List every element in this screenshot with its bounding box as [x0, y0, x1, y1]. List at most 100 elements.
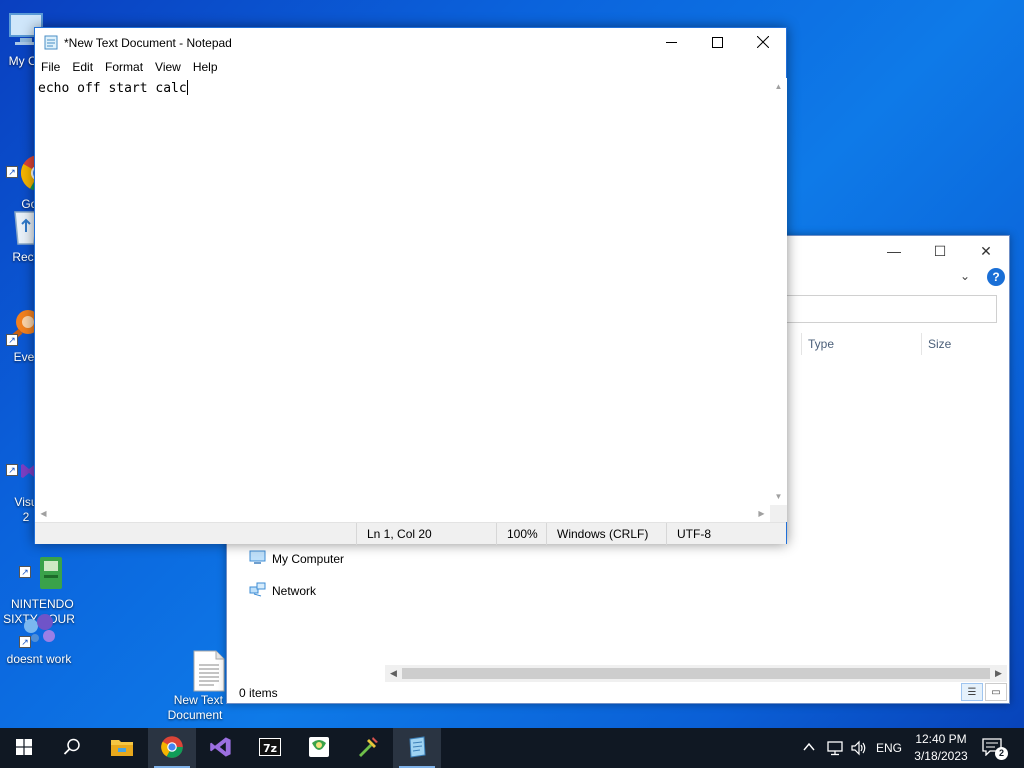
explorer-status-item-count: 0 items	[239, 686, 278, 700]
details-view-icon: ☰	[967, 686, 977, 698]
menu-edit[interactable]: Edit	[66, 58, 99, 78]
notepad-horizontal-scrollbar[interactable]: ◀ ▶	[35, 505, 770, 522]
taskbar-search-button[interactable]	[48, 728, 96, 768]
controller-app-icon: ↗	[19, 608, 59, 648]
speaker-icon	[850, 740, 868, 759]
maximize-icon	[711, 35, 723, 51]
chevron-up-icon	[802, 742, 816, 757]
expand-ribbon-button[interactable]: ⌄	[957, 268, 973, 284]
chevron-right-icon: ▶	[758, 509, 765, 518]
window-title: *New Text Document - Notepad	[64, 36, 232, 50]
close-icon: ✕	[980, 242, 992, 259]
chevron-right-icon: ▶	[995, 668, 1002, 678]
shortcut-arrow-icon: ↗	[6, 334, 18, 346]
scroll-right-button[interactable]: ▶	[990, 665, 1007, 682]
column-header-size[interactable]: Size	[921, 333, 1001, 355]
minimize-icon: —	[887, 243, 901, 259]
large-icons-view-button[interactable]: ▭	[985, 683, 1007, 701]
nav-item-label: Network	[272, 584, 317, 598]
notepad-titlebar[interactable]: *New Text Document - Notepad	[35, 28, 786, 58]
notepad-app-icon[interactable]	[43, 34, 59, 50]
nav-item-my-computer[interactable]: My Computer	[249, 549, 344, 569]
minimize-icon	[665, 35, 677, 51]
computer-icon	[249, 550, 266, 568]
green-app-icon	[307, 735, 331, 762]
status-cursor-position: Ln 1, Col 20	[356, 523, 496, 545]
tray-time[interactable]: 12:40 PM	[913, 732, 969, 746]
menu-file[interactable]: File	[35, 58, 66, 78]
search-icon	[63, 738, 81, 759]
taskbar-app-tools[interactable]	[344, 728, 392, 768]
chevron-down-icon: ⌄	[959, 269, 971, 283]
desktop-icon-label: doesnt work	[6, 652, 72, 666]
notepad-maximize-button[interactable]	[694, 28, 740, 58]
column-header-label: Size	[928, 337, 952, 351]
help-icon: ?	[992, 270, 1000, 284]
explorer-close-button[interactable]: ✕	[963, 236, 1009, 266]
taskbar-7zip[interactable]: 7z	[246, 728, 294, 768]
tray-show-hidden-icons[interactable]	[802, 740, 818, 756]
network-icon	[249, 582, 266, 600]
notepad-window[interactable]: *New Text Document - Notepad File Edit F…	[34, 27, 787, 545]
tray-date[interactable]: 3/18/2023	[911, 749, 971, 763]
scroll-up-button[interactable]: ▲	[770, 78, 787, 95]
taskbar-app-green[interactable]	[295, 728, 343, 768]
notepad-close-button[interactable]	[740, 28, 786, 58]
tray-volume[interactable]	[850, 740, 868, 756]
action-center-button[interactable]: 2	[982, 738, 1008, 760]
nav-item-network[interactable]: Network	[249, 581, 316, 601]
explorer-horizontal-scrollbar[interactable]: ◀ ▶	[385, 665, 1007, 682]
desktop-icon-doesnt-work[interactable]: ↗ doesnt work	[0, 608, 79, 667]
svg-text:7z: 7z	[263, 742, 277, 755]
close-icon	[756, 35, 770, 51]
scroll-thumb[interactable]	[402, 668, 990, 679]
taskbar-file-explorer[interactable]	[98, 728, 146, 768]
explorer-minimize-button[interactable]: —	[871, 236, 917, 266]
editor-text: echo off start calc	[38, 81, 187, 96]
taskbar-notepad[interactable]	[393, 728, 441, 768]
help-button[interactable]: ?	[987, 268, 1005, 286]
notepad-icon	[406, 735, 428, 761]
chevron-down-icon: ▼	[774, 492, 783, 501]
tray-network[interactable]	[826, 740, 844, 756]
desktop-icon-new-text-document[interactable]: New Text Document	[155, 604, 235, 723]
explorer-maximize-button[interactable]: ☐	[917, 236, 963, 266]
folder-icon	[110, 737, 134, 760]
windows-logo-icon	[16, 738, 32, 758]
column-header-type[interactable]: Type	[801, 333, 921, 355]
scrollbar-corner	[770, 505, 787, 522]
scroll-down-button[interactable]: ▼	[770, 488, 787, 505]
scroll-left-button[interactable]: ◀	[385, 665, 402, 682]
explorer-search-input[interactable]: nu	[757, 295, 997, 323]
chevron-left-icon: ◀	[40, 509, 47, 518]
taskbar-chrome[interactable]	[148, 728, 196, 768]
notepad-minimize-button[interactable]	[648, 28, 694, 58]
start-button[interactable]	[0, 728, 48, 768]
chrome-icon	[160, 735, 184, 762]
scroll-left-button[interactable]: ◀	[35, 505, 52, 522]
status-encoding: UTF-8	[666, 523, 786, 545]
taskbar-visual-studio[interactable]	[197, 728, 245, 768]
column-header-label: Type	[808, 337, 835, 351]
status-zoom-level: 100%	[496, 523, 546, 545]
scroll-right-button[interactable]: ▶	[753, 505, 770, 522]
shortcut-arrow-icon: ↗	[19, 636, 31, 648]
nav-item-label: My Computer	[272, 552, 345, 566]
text-document-icon	[175, 634, 225, 692]
notepad-menubar: File Edit Format View Help	[35, 58, 786, 78]
notepad-vertical-scrollbar[interactable]: ▲ ▼	[770, 78, 787, 505]
details-view-button[interactable]: ☰	[961, 683, 983, 701]
seven-zip-icon: 7z	[258, 737, 282, 760]
visual-studio-icon	[209, 735, 233, 762]
tools-app-icon	[356, 735, 380, 762]
menu-help[interactable]: Help	[187, 58, 224, 78]
menu-format[interactable]: Format	[99, 58, 149, 78]
notepad-statusbar: Ln 1, Col 20 100% Windows (CRLF) UTF-8	[35, 522, 786, 545]
menu-view[interactable]: View	[149, 58, 187, 78]
shortcut-arrow-icon: ↗	[19, 566, 31, 578]
network-icon	[826, 741, 844, 759]
n64-emulator-icon: ↗	[19, 538, 63, 589]
notification-count-badge: 2	[995, 747, 1008, 760]
tray-language[interactable]: ENG	[876, 741, 902, 755]
notepad-text-area[interactable]: echo off start calc	[35, 78, 770, 505]
